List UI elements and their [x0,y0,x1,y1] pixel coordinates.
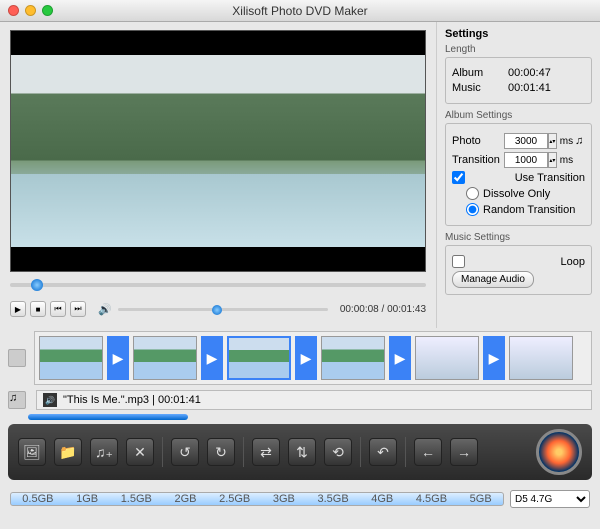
rotate-left-button[interactable]: ↺ [171,438,199,466]
manage-audio-button[interactable]: Manage Audio [452,271,534,288]
album-label: Album [452,67,504,79]
speaker-icon: 🔊 [43,393,57,407]
random-transition-label: Random Transition [483,204,575,216]
thumbnail[interactable] [39,336,103,380]
undo-button[interactable]: ↶ [369,438,397,466]
window-title: Xilisoft Photo DVD Maker [0,4,600,18]
music-length: 00:01:41 [504,82,585,94]
shuffle-button[interactable]: ⇄ [252,438,280,466]
music-note-icon[interactable]: ♫ [573,135,585,147]
photo-stepper[interactable]: ▴▾ [548,133,557,149]
transition-stepper[interactable]: ▴▾ [548,152,557,168]
move-right-button[interactable]: → [450,438,478,466]
main-toolbar: 🖼 📁 ♫₊ ✕ ↺ ↻ ⇄ ⇅ ⟲ ↶ ← → [8,424,592,480]
thumbnail[interactable] [321,336,385,380]
thumbnail[interactable] [415,336,479,380]
thumbnail-strip: ▶ ▶ ▶ ▶ ▶ [0,328,600,388]
dissolve-only-radio[interactable] [466,187,479,200]
preview-panel: ▶ ■ ⏮ ⏭ 🔊 00:00:08 / 00:01:43 [0,22,436,328]
photos-icon[interactable] [8,349,26,367]
add-photo-button[interactable]: 🖼 [18,438,46,466]
ms-unit-2: ms [560,155,573,166]
titlebar: Xilisoft Photo DVD Maker [0,0,600,22]
video-preview [10,30,426,272]
use-transition-label: Use Transition [515,172,585,184]
album-settings-label: Album Settings [445,110,592,121]
transition-icon[interactable]: ▶ [295,336,317,380]
burn-button[interactable] [536,429,582,475]
use-transition-checkbox[interactable] [452,171,465,184]
loop-label: Loop [561,256,585,268]
thumbnail[interactable] [509,336,573,380]
transition-icon[interactable]: ▶ [201,336,223,380]
transition-label: Transition [452,154,504,166]
volume-icon: 🔊 [98,303,112,316]
music-label: Music [452,82,504,94]
photo-duration-input[interactable] [504,133,548,149]
audio-icon[interactable]: ♫ [8,391,26,409]
photo-label: Photo [452,135,504,147]
seek-knob[interactable] [31,279,43,291]
refresh-button[interactable]: ⟲ [324,438,352,466]
transition-duration-input[interactable] [504,152,548,168]
volume-slider[interactable] [118,308,328,311]
disc-capacity-bar: 0.5GB 1GB 1.5GB 2GB 2.5GB 3GB 3.5GB 4GB … [10,492,504,506]
stop-button[interactable]: ■ [30,301,46,317]
add-music-button[interactable]: ♫₊ [90,438,118,466]
move-left-button[interactable]: ← [414,438,442,466]
preview-image [11,55,425,247]
audio-track-row[interactable]: 🔊 "This Is Me.".mp3 | 00:01:41 [36,390,592,410]
seek-bar[interactable] [10,276,426,294]
thumbnail-selected[interactable] [227,336,291,380]
random-transition-radio[interactable] [466,203,479,216]
transition-icon[interactable]: ▶ [389,336,411,380]
dissolve-only-label: Dissolve Only [483,188,550,200]
footer: 0.5GB 1GB 1.5GB 2GB 2.5GB 3GB 3.5GB 4GB … [0,484,600,514]
thumbnail[interactable] [133,336,197,380]
audio-progress [28,414,188,420]
sort-button[interactable]: ⇅ [288,438,316,466]
rotate-right-button[interactable]: ↻ [207,438,235,466]
add-folder-button[interactable]: 📁 [54,438,82,466]
audio-track-label: "This Is Me.".mp3 | 00:01:41 [63,394,201,406]
volume-knob[interactable] [212,305,222,315]
playback-time: 00:00:08 / 00:01:43 [340,304,426,315]
prev-button[interactable]: ⏮ [50,301,66,317]
disc-type-select[interactable]: D5 4.7G [510,490,590,508]
length-label: Length [445,44,592,55]
music-settings-label: Music Settings [445,232,592,243]
settings-heading: Settings [445,28,592,40]
delete-button[interactable]: ✕ [126,438,154,466]
ms-unit: ms [560,136,573,147]
next-button[interactable]: ⏭ [70,301,86,317]
transition-icon[interactable]: ▶ [107,336,129,380]
album-length: 00:00:47 [504,67,585,79]
transition-icon[interactable]: ▶ [483,336,505,380]
settings-panel: Settings Length Album00:00:47 Music00:01… [436,22,600,328]
play-button[interactable]: ▶ [10,301,26,317]
loop-checkbox[interactable] [452,255,465,268]
